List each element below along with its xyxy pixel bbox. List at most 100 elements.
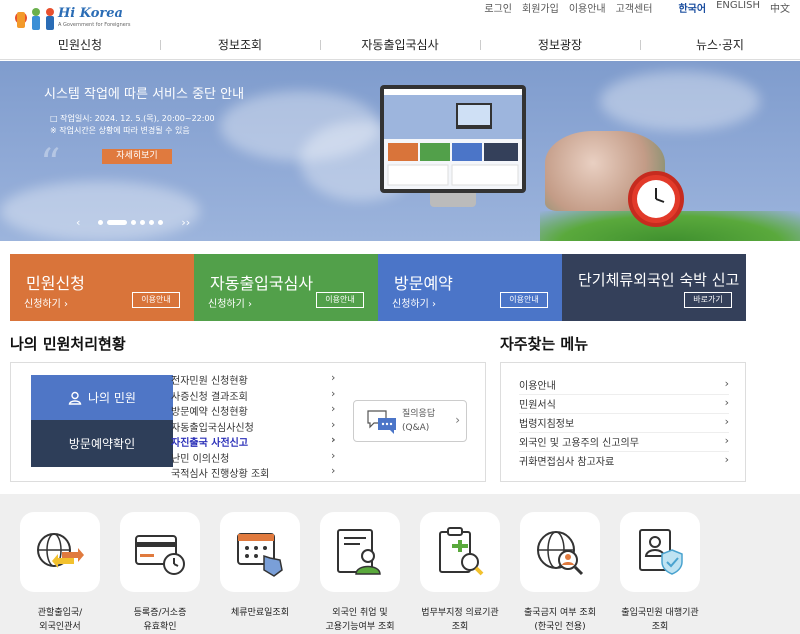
banner-dot[interactable] [158, 220, 164, 225]
banner-prev-button[interactable]: ‹ [76, 216, 80, 229]
frequent-menu-item[interactable]: 법령지침정보 › [519, 415, 729, 433]
frequent-menu-label: 외국인 및 고용주의 신고의무 [519, 438, 639, 449]
banner-pause-next-button[interactable]: ›› [181, 216, 190, 229]
nav-auto-immigration[interactable]: 자동출입국심사 [320, 34, 480, 59]
service-label-line-2: 조회 [451, 622, 469, 632]
user-icon [68, 391, 82, 405]
service-stay-expiry[interactable]: 체류만료일조회 [210, 512, 310, 620]
banner-line-2: ※ 작업시간은 상황에 따라 변경될 수 있음 [50, 126, 190, 135]
service-immigration-office[interactable]: 관할출입국/ 외국인관서 [10, 512, 110, 634]
frequent-menu-label: 귀화면접심사 참고자료 [519, 457, 615, 468]
list-item[interactable]: 방문예약 신청현황 › [171, 402, 341, 419]
frequent-menu-panel: 이용안내 › 민원서식 › 법령지침정보 › 외국인 및 고용주의 신고의무 › 귀화면… [500, 362, 746, 482]
service-employment-check[interactable]: 외국인 취업 및 고용기능여부 조회 [310, 512, 410, 634]
service-label-line-1: 체류만료일조회 [231, 608, 289, 618]
tile-title: 민원신청 [26, 274, 85, 293]
banner-dot[interactable] [149, 220, 155, 225]
visit-check-button[interactable]: 방문예약확인 [31, 420, 173, 467]
utility-menu: 로그인 회원가입 이용안내 고객센터 한국어 ENGLISH 中文 [484, 0, 790, 15]
tile-title: 자동출입국심사 [210, 274, 314, 293]
tile-go-button[interactable]: 바로가기 [684, 292, 732, 308]
service-label: 체류만료일조회 [210, 606, 310, 620]
hikorea-logo[interactable]: Hi Korea A Government for Foreigners [14, 4, 131, 32]
service-label-line-2: (한국인 전용) [534, 622, 586, 632]
lang-chinese[interactable]: 中文 [770, 0, 790, 15]
chevron-right-icon: › [724, 377, 729, 390]
service-label-line-2: 고용기능여부 조회 [325, 622, 395, 632]
list-item[interactable]: 사증신청 결과조회 › [171, 387, 341, 404]
service-shortcuts: 관할출입국/ 외국인관서 등록증/거소증 유효확인 체류만료일조회 외국인 취업… [0, 494, 800, 634]
alarm-clock-icon [628, 171, 684, 227]
list-item-highlighted[interactable]: 자진출국 사전신고 › [171, 433, 341, 450]
guide-link[interactable]: 이용안내 [569, 0, 606, 15]
service-icon-box [420, 512, 500, 592]
service-icon-box [120, 512, 200, 592]
service-card-validity[interactable]: 등록증/거소증 유효확인 [110, 512, 210, 634]
service-label-line-1: 외국인 취업 및 [332, 608, 388, 618]
list-item[interactable]: 국적심사 진행상황 조회 › [171, 464, 341, 481]
chevron-right-icon: › [724, 415, 729, 428]
service-label: 출국금지 여부 조회 (한국인 전용) [510, 606, 610, 634]
card-clock-icon [135, 535, 185, 575]
lang-english[interactable]: ENGLISH [716, 0, 760, 15]
service-label: 법무부지정 의료기관 조회 [410, 606, 510, 634]
frequent-menu-item[interactable]: 귀화면접심사 참고자료 › [519, 453, 729, 471]
nav-info-plaza[interactable]: 정보광장 [480, 34, 640, 59]
cloud-decoration [0, 181, 200, 241]
banner-line-1: □ 작업일시: 2024. 12. 5.(목), 20:00~22:00 [50, 114, 215, 123]
service-agency-check[interactable]: 출입국민원 대행기관 조회 [610, 512, 710, 634]
chevron-right-icon: › [455, 413, 460, 427]
globe-arrows-icon [37, 533, 84, 568]
tile-short-stay-report[interactable]: 단기체류외국인 숙박 신고 바로가기 [562, 254, 746, 321]
chevron-right-icon: › [331, 433, 336, 446]
signup-link[interactable]: 회원가입 [522, 0, 559, 15]
list-item[interactable]: 자동출입국심사신청 › [171, 418, 341, 435]
chevron-right-icon: › [724, 396, 729, 409]
list-item-label: 난민 이의신청 [171, 453, 230, 465]
service-icon-box [320, 512, 400, 592]
document-shield-icon [639, 529, 683, 575]
tile-guide-button[interactable]: 이용안내 [316, 292, 364, 308]
qna-label: 질의응답 (Q&A) [402, 407, 435, 435]
service-icon-box [620, 512, 700, 592]
tile-visit-reservation[interactable]: 방문예약 신청하기 › 이용안내 [378, 254, 562, 321]
tile-apply-link[interactable]: 신청하기 › [392, 295, 436, 310]
banner-detail-button[interactable]: 자세히보기 [102, 149, 172, 164]
banner-dot[interactable] [98, 220, 104, 225]
globe-person-search-icon [537, 531, 584, 576]
frequent-menu-item[interactable]: 이용안내 › [519, 377, 729, 395]
frequent-menu-item[interactable]: 민원서식 › [519, 396, 729, 414]
login-link[interactable]: 로그인 [484, 0, 512, 15]
nav-civil-application[interactable]: 민원신청 [0, 34, 160, 59]
lang-korean[interactable]: 한국어 [678, 0, 706, 15]
my-civil-button[interactable]: 나의 민원 [31, 375, 173, 420]
list-item-label: 사증신청 결과조회 [171, 391, 248, 403]
logo-text: Hi Korea [58, 6, 123, 21]
qna-button[interactable]: 질의응답 (Q&A) › [353, 400, 467, 442]
list-item[interactable]: 난민 이의신청 › [171, 449, 341, 466]
my-status-heading: 나의 민원처리현황 [10, 335, 126, 353]
tile-apply-link[interactable]: 신청하기 › [24, 295, 68, 310]
tile-guide-button[interactable]: 이용안내 [132, 292, 180, 308]
customer-center-link[interactable]: 고객센터 [616, 0, 653, 15]
list-item[interactable]: 전자민원 신청현황 › [171, 371, 341, 388]
nav-info-search[interactable]: 정보조회 [160, 34, 320, 59]
service-label: 등록증/거소증 유효확인 [110, 606, 210, 634]
nav-news-notice[interactable]: 뉴스·공지 [640, 34, 800, 59]
banner-dot[interactable] [140, 220, 146, 225]
tile-apply-link[interactable]: 신청하기 › [208, 295, 252, 310]
tile-auto-immigration[interactable]: 자동출입국심사 신청하기 › 이용안내 [194, 254, 378, 321]
service-medical-institution[interactable]: 법무부지정 의료기관 조회 [410, 512, 510, 634]
service-label-line-1: 법무부지정 의료기관 [421, 608, 499, 618]
frequent-menu-item[interactable]: 외국인 및 고용주의 신고의무 › [519, 434, 729, 452]
banner-dot-active[interactable] [107, 220, 128, 225]
service-label: 출입국민원 대행기관 조회 [610, 606, 710, 634]
tile-guide-button[interactable]: 이용안내 [500, 292, 548, 308]
chevron-right-icon: › [724, 434, 729, 447]
monitor-illustration [380, 85, 526, 193]
tile-civil-application[interactable]: 민원신청 신청하기 › 이용안내 [10, 254, 194, 321]
main-banner: 시스템 작업에 따른 서비스 중단 안내 □ 작업일시: 2024. 12. 5… [0, 61, 800, 241]
service-exit-ban-check[interactable]: 출국금지 여부 조회 (한국인 전용) [510, 512, 610, 634]
quote-icon: “ [40, 141, 61, 187]
banner-dot[interactable] [131, 220, 137, 225]
